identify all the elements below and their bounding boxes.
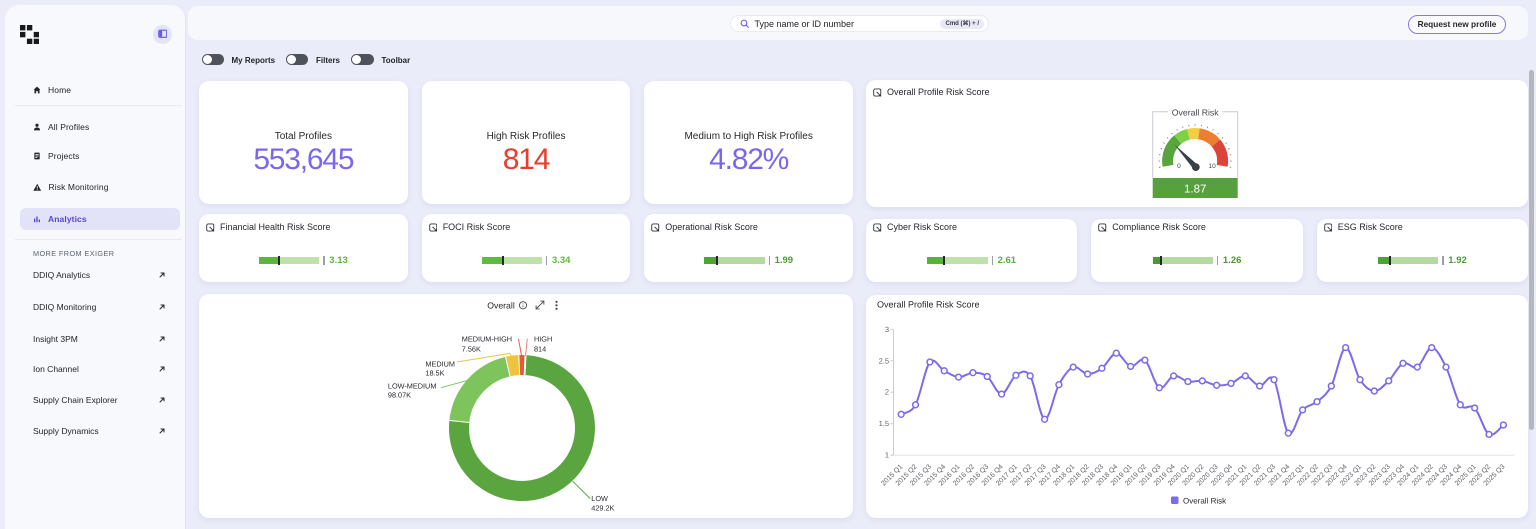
svg-text:MEDIUM: MEDIUM xyxy=(425,359,455,368)
svg-text:Overall Profile Risk Score: Overall Profile Risk Score xyxy=(877,300,980,310)
svg-text:18.5K: 18.5K xyxy=(425,368,444,377)
svg-text:Overall Risk: Overall Risk xyxy=(1172,108,1219,118)
svg-text:1.87: 1.87 xyxy=(1184,183,1206,195)
svg-text:2: 2 xyxy=(885,388,889,397)
svg-text:814: 814 xyxy=(534,345,546,354)
svg-text:1: 1 xyxy=(885,451,889,460)
svg-text:MEDIUM-HIGH: MEDIUM-HIGH xyxy=(462,335,512,344)
svg-text:LOW-MEDIUM: LOW-MEDIUM xyxy=(388,381,437,390)
svg-text:3: 3 xyxy=(885,325,889,334)
svg-text:Overall Risk: Overall Risk xyxy=(1183,497,1227,506)
svg-text:98.07K: 98.07K xyxy=(388,391,411,400)
svg-text:7.56K: 7.56K xyxy=(462,345,481,354)
svg-text:0: 0 xyxy=(1177,163,1181,170)
svg-text:2.5: 2.5 xyxy=(879,356,889,365)
svg-text:429.2K: 429.2K xyxy=(591,503,614,512)
svg-text:LOW: LOW xyxy=(591,494,608,503)
svg-text:HIGH: HIGH xyxy=(534,335,552,344)
svg-text:Overall: Overall xyxy=(487,300,515,310)
svg-text:1.5: 1.5 xyxy=(879,419,889,428)
svg-text:10: 10 xyxy=(1208,163,1216,170)
